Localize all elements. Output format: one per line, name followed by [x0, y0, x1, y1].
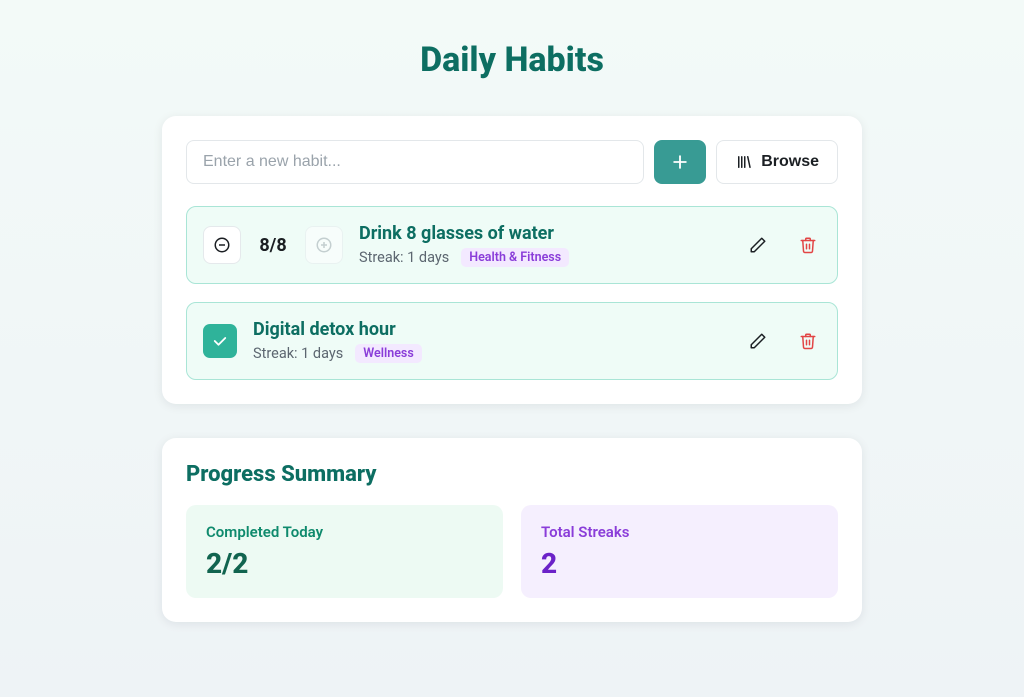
total-streaks-value: 2 — [541, 547, 818, 580]
habit-actions — [745, 328, 821, 354]
add-habit-button[interactable] — [654, 140, 706, 184]
page-title: Daily Habits — [162, 40, 862, 80]
habit-tag: Wellness — [355, 344, 422, 363]
habit-item: 8/8 Drink 8 glasses of water Streak: 1 d… — [186, 206, 838, 284]
check-icon — [211, 332, 229, 350]
total-streaks-label: Total Streaks — [541, 523, 818, 541]
counter-group: 8/8 — [203, 226, 343, 264]
habit-info: Digital detox hour Streak: 1 days Wellne… — [253, 319, 729, 363]
habit-info: Drink 8 glasses of water Streak: 1 days … — [359, 223, 729, 267]
edit-button[interactable] — [745, 232, 771, 258]
pencil-icon — [749, 236, 767, 254]
edit-button[interactable] — [745, 328, 771, 354]
decrement-button[interactable] — [203, 226, 241, 264]
delete-button[interactable] — [795, 328, 821, 354]
trash-icon — [799, 236, 817, 254]
trash-icon — [799, 332, 817, 350]
completed-today-tile: Completed Today 2/2 — [186, 505, 503, 598]
habit-input[interactable] — [186, 140, 644, 184]
total-streaks-tile: Total Streaks 2 — [521, 505, 838, 598]
browse-label: Browse — [761, 153, 819, 171]
habit-actions — [745, 232, 821, 258]
habit-title: Drink 8 glasses of water — [359, 223, 729, 244]
minus-circle-icon — [213, 236, 231, 254]
delete-button[interactable] — [795, 232, 821, 258]
browse-button[interactable]: Browse — [716, 140, 838, 184]
streak-text: Streak: 1 days — [359, 249, 449, 266]
streak-text: Streak: 1 days — [253, 345, 343, 362]
habits-card: Browse 8/8 — [162, 116, 862, 404]
habit-meta: Streak: 1 days Health & Fitness — [359, 248, 729, 267]
habit-meta: Streak: 1 days Wellness — [253, 344, 729, 363]
counter-value: 8/8 — [255, 235, 291, 256]
input-row: Browse — [186, 140, 838, 184]
plus-circle-icon — [315, 236, 333, 254]
pencil-icon — [749, 332, 767, 350]
summary-title: Progress Summary — [186, 462, 838, 487]
habit-tag: Health & Fitness — [461, 248, 569, 267]
increment-button[interactable] — [305, 226, 343, 264]
completed-today-label: Completed Today — [206, 523, 483, 541]
habit-item: Digital detox hour Streak: 1 days Wellne… — [186, 302, 838, 380]
completed-today-value: 2/2 — [206, 547, 483, 580]
complete-toggle[interactable] — [203, 324, 237, 358]
summary-grid: Completed Today 2/2 Total Streaks 2 — [186, 505, 838, 598]
plus-icon — [670, 152, 690, 172]
habit-title: Digital detox hour — [253, 319, 729, 340]
library-icon — [735, 153, 753, 171]
summary-card: Progress Summary Completed Today 2/2 Tot… — [162, 438, 862, 622]
